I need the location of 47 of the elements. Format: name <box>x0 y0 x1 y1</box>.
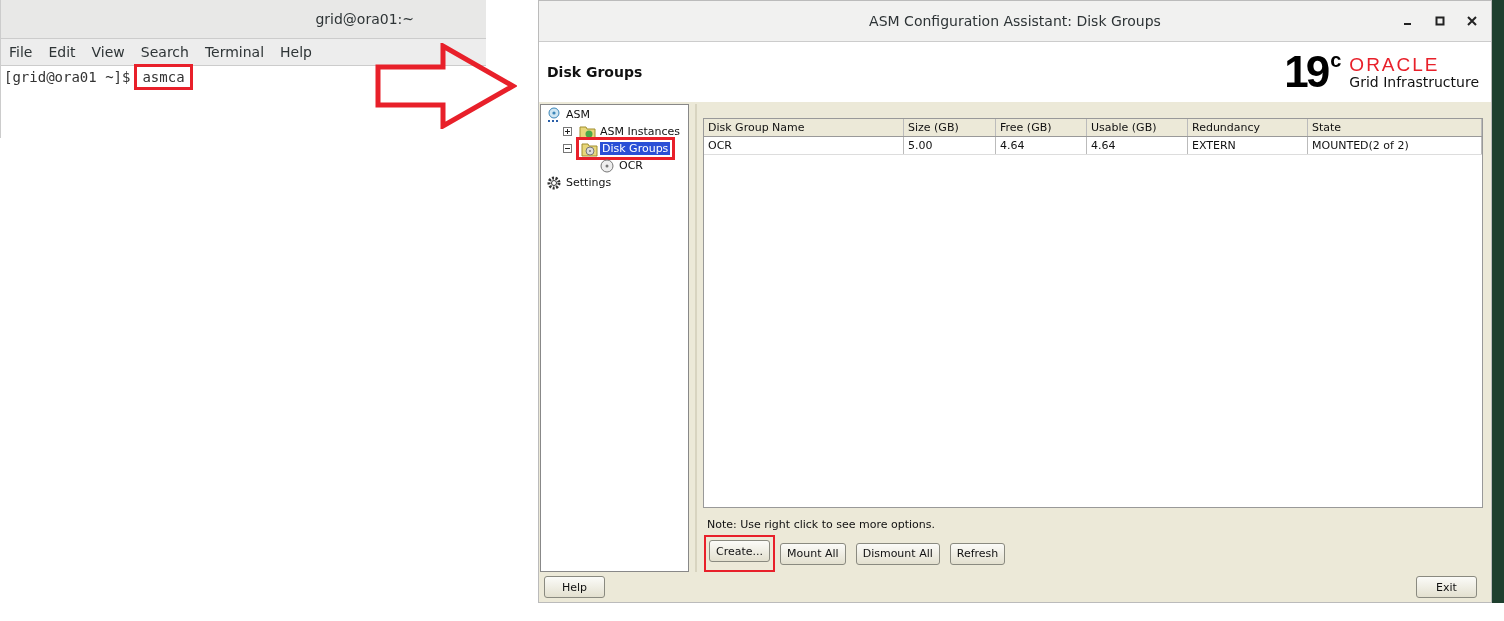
column-header[interactable]: State <box>1308 119 1482 136</box>
maximize-icon[interactable] <box>1435 16 1445 26</box>
note-text: Note: Use right click to see more options. <box>707 518 936 531</box>
folder-icon <box>581 140 598 157</box>
table-cell: 5.00 <box>904 137 996 154</box>
column-header[interactable]: Redundancy <box>1188 119 1308 136</box>
page-heading: Disk Groups <box>547 64 643 80</box>
column-header[interactable]: Disk Group Name <box>704 119 904 136</box>
version-logo: 19$^{c}$ <box>1284 50 1342 94</box>
action-button[interactable]: Refresh <box>949 542 1006 565</box>
tree-item[interactable]: Disk Groups <box>600 142 671 155</box>
window-title: grid@ora01:~ <box>315 11 414 27</box>
menu-item[interactable]: View <box>91 44 125 60</box>
menu-item[interactable]: Edit <box>48 44 76 60</box>
action-button[interactable]: Create... <box>709 540 771 562</box>
gear-icon <box>546 174 562 191</box>
disk-icon <box>599 157 615 174</box>
tree-item[interactable]: Settings <box>564 176 614 189</box>
menu-item[interactable]: Search <box>140 44 189 60</box>
menu-item[interactable]: Help <box>280 44 312 60</box>
table-cell: EXTERN <box>1188 137 1308 154</box>
expander-icon[interactable] <box>563 144 572 153</box>
table-cell: OCR <box>704 137 904 154</box>
disk-network-icon <box>546 106 562 123</box>
expander-icon[interactable] <box>563 127 572 136</box>
product-name: Grid Infrastructure <box>1349 73 1479 90</box>
table-cell: 4.64 <box>996 137 1087 154</box>
table-cell: MOUNTED(2 of 2) <box>1308 137 1482 154</box>
arrow-icon <box>375 43 517 129</box>
shell-prompt: [grid@ora01 ~]$ <box>4 69 131 85</box>
tree-item[interactable]: ASM Instances <box>598 125 682 138</box>
column-header[interactable]: Usable (GB) <box>1087 119 1188 136</box>
column-header[interactable]: Free (GB) <box>996 119 1087 136</box>
help-button[interactable]: Help <box>544 576 605 598</box>
action-button[interactable]: Mount All <box>780 542 846 565</box>
column-header[interactable]: Size (GB) <box>904 119 996 136</box>
brand-logo: ORACLE <box>1349 54 1441 74</box>
window-title: ASM Configuration Assistant: Disk Groups <box>869 13 1161 29</box>
tree-item[interactable]: ASM <box>564 108 592 121</box>
close-icon[interactable] <box>1467 16 1477 26</box>
menu-item[interactable]: Terminal <box>204 44 265 60</box>
exit-button[interactable]: Exit <box>1416 576 1477 598</box>
action-button[interactable]: Dismount All <box>855 542 940 565</box>
table-cell: 4.64 <box>1087 137 1188 154</box>
folder-icon <box>579 123 596 140</box>
menu-item[interactable]: File <box>9 44 33 60</box>
tree-item[interactable]: OCR <box>617 159 645 172</box>
